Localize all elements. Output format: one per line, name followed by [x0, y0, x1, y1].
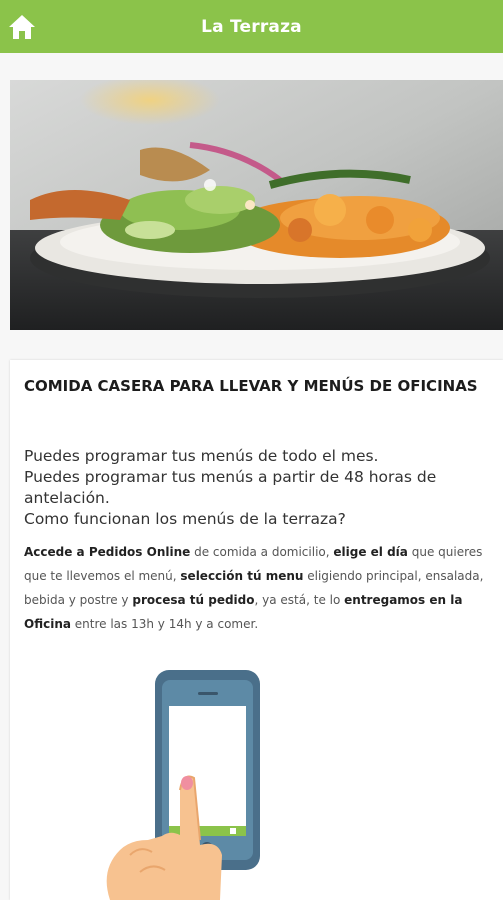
card-title: COMIDA CASERA PARA LLEVAR Y MENÚS DE OFI… [24, 377, 478, 395]
desc-bold-5: selección tú menu [180, 569, 304, 583]
info-line-3: Como funcionan los menús de la terraza? [24, 510, 346, 528]
desc-text-10: entre las 13h y 14h y a comer. [70, 617, 259, 631]
home-icon [9, 15, 35, 39]
phone-tap-icon [106, 670, 260, 900]
hero-food-image [10, 80, 503, 330]
how-it-works-text: Accede a Pedidos Online de comida a domi… [24, 540, 494, 636]
phone-tap-illustration [70, 640, 330, 900]
desc-bold-3: elige el día [333, 545, 408, 559]
info-line-1: Puedes programar tus menús de todo el me… [24, 447, 379, 465]
info-card: COMIDA CASERA PARA LLEVAR Y MENÚS DE OFI… [10, 360, 503, 900]
app-screen: La Terraza COMIDA CASERA PARA LLEVAR Y M… [0, 0, 503, 900]
desc-text-8: , ya está, te lo [254, 593, 345, 607]
desc-bold-1: Accede a Pedidos Online [24, 545, 191, 559]
desc-text-2: de comida a domicilio, [190, 545, 334, 559]
desc-bold-7: procesa tú pedido [132, 593, 255, 607]
home-button[interactable] [4, 10, 40, 44]
info-line-2: Puedes programar tus menús a partir de 4… [24, 468, 437, 507]
app-title: La Terraza [201, 16, 302, 37]
app-bar: La Terraza [0, 0, 503, 53]
